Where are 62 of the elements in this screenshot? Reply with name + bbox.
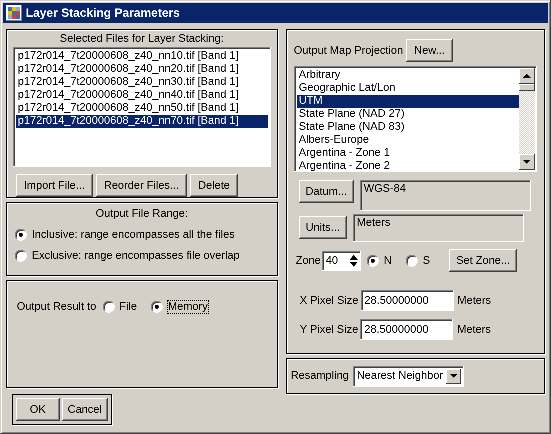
new-button[interactable]: New... [406, 39, 453, 62]
scroll-down-button[interactable] [519, 154, 535, 170]
unit-label: Meters [458, 294, 492, 306]
list-item[interactable]: State Plane (NAD 83) [296, 121, 519, 134]
list-item[interactable]: Albers-Europe [296, 134, 519, 147]
datum-value: WGS-84 [360, 180, 531, 211]
list-item[interactable]: p172r014_7t20000608_z40_nn20.tif [Band 1] [16, 63, 268, 76]
units-button[interactable]: Units... [298, 216, 347, 239]
pixel-size-field[interactable]: 28.50000000 [360, 290, 454, 311]
units-value: Meters [352, 214, 524, 242]
unit-label: Meters [457, 324, 492, 336]
section-label: Selected Files for Layer Stacking: [59, 33, 225, 45]
radio-button[interactable] [15, 250, 27, 262]
list-item[interactable]: State Plane (NAD 27) [296, 108, 519, 121]
pixel-size-label: Y Pixel Size [300, 324, 358, 336]
list-item[interactable]: p172r014_7t20000608_z40_nn40.tif [Band 1] [16, 89, 268, 102]
scroll-up-button[interactable] [519, 68, 535, 84]
list-item[interactable]: Geographic Lat/Lon [296, 82, 519, 95]
radio-label: Exclusive: range encompasses file overlap [32, 250, 240, 262]
radio-button[interactable] [102, 301, 114, 313]
scrollbar[interactable] [519, 68, 535, 170]
zone-label: Zone [296, 254, 322, 266]
down-arrow-icon [450, 374, 458, 378]
list-item[interactable]: p172r014_7t20000608_z40_nn70.tif [Band 1] [16, 115, 268, 128]
list-item[interactable]: p172r014_7t20000608_z40_nn10.tif [Band 1] [16, 50, 268, 63]
radio-button[interactable] [367, 254, 380, 266]
resampling-label: Resampling [290, 370, 350, 382]
radio-label: S [423, 254, 430, 266]
radio-label: Memory [168, 301, 208, 313]
dialog-button[interactable]: Cancel [62, 398, 108, 421]
radio-button[interactable] [15, 229, 27, 241]
output-label: Output Result to [17, 301, 96, 313]
list-item[interactable]: Argentina - Zone 2 [296, 160, 519, 173]
section-label: Output Map Projection [294, 44, 404, 56]
list-item[interactable]: p172r014_7t20000608_z40_nn50.tif [Band 1] [16, 102, 268, 115]
action-button[interactable]: Import File... [16, 174, 94, 197]
window-title: Layer Stacking Parameters [26, 6, 180, 20]
pixel-size-field[interactable]: 28.50000000 [360, 319, 454, 340]
list-item[interactable]: UTM [296, 95, 519, 108]
scrollbar-thumb[interactable] [519, 84, 535, 91]
dialog-button[interactable]: OK [16, 398, 60, 421]
grid-icon [6, 5, 22, 21]
datum-button[interactable]: Datum... [298, 180, 354, 203]
radio-label: N [384, 254, 392, 266]
set-zone-button[interactable]: Set Zone... [449, 249, 518, 272]
down-arrow-icon [523, 160, 531, 164]
zone-spinbox[interactable]: 40 [322, 250, 362, 270]
section-label: Output File Range: [94, 208, 190, 220]
list-item[interactable]: p172r014_7t20000608_z40_nn30.tif [Band 1] [16, 76, 268, 89]
action-button[interactable]: Reorder Files... [96, 174, 188, 197]
resampling-dropdown[interactable]: Nearest Neighbor [353, 366, 464, 386]
pixel-size-label: X Pixel Size [300, 294, 359, 306]
radio-label: File [120, 301, 138, 313]
up-arrow-icon [523, 74, 531, 78]
list-item[interactable]: Argentina - Zone 1 [296, 147, 519, 160]
radio-label: Inclusive: range encompasses all the files [32, 229, 235, 241]
spinner-icon[interactable] [349, 254, 360, 268]
action-button[interactable]: Delete [190, 174, 238, 197]
list-item[interactable]: Arbitrary [296, 69, 519, 82]
caret-icon[interactable] [446, 368, 462, 384]
radio-button[interactable] [151, 301, 164, 313]
radio-button[interactable] [406, 254, 418, 266]
